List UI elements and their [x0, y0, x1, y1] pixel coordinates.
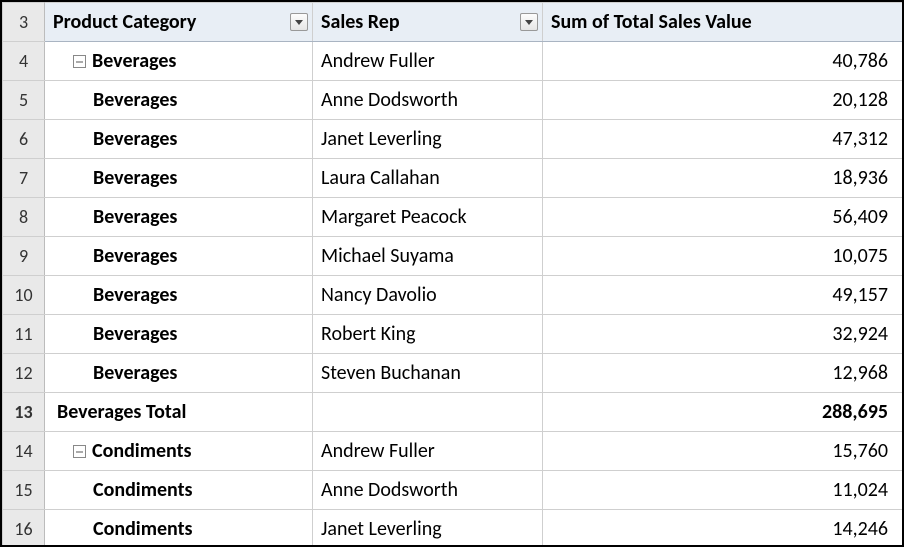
value-cell[interactable]: 32,924 — [543, 315, 903, 354]
category-label: Beverages — [92, 49, 176, 73]
table-row: 7 Beverages Laura Callahan18,936 — [3, 159, 903, 198]
table-row: 11 Beverages Robert King32,924 — [3, 315, 903, 354]
value-cell[interactable]: 14,246 — [543, 510, 903, 547]
value-cell[interactable]: 49,157 — [543, 276, 903, 315]
category-cell[interactable]: Condiments — [45, 510, 313, 547]
table-row: 5 Beverages Anne Dodsworth20,128 — [3, 81, 903, 120]
category-cell[interactable]: Beverages — [45, 276, 313, 315]
rep-cell[interactable]: Steven Buchanan — [313, 354, 543, 393]
rep-cell[interactable]: Nancy Davolio — [313, 276, 543, 315]
rep-header[interactable]: Sales Rep — [313, 3, 543, 42]
table-row: 6 Beverages Janet Leverling47,312 — [3, 120, 903, 159]
category-cell[interactable]: Beverages — [45, 315, 313, 354]
table-row: 8 Beverages Margaret Peacock56,409 — [3, 198, 903, 237]
value-cell[interactable]: 12,968 — [543, 354, 903, 393]
header-row: 3 Product Category Sales Rep Sum of Total S… — [3, 3, 903, 42]
rep-cell[interactable]: Anne Dodsworth — [313, 81, 543, 120]
row-number[interactable]: 14 — [3, 432, 45, 471]
rep-cell[interactable]: Anne Dodsworth — [313, 471, 543, 510]
collapse-icon[interactable] — [73, 55, 86, 68]
category-cell[interactable]: Beverages — [45, 198, 313, 237]
filter-dropdown-icon[interactable] — [290, 13, 308, 31]
header-label: Sales Rep — [321, 10, 400, 34]
table-row: 15 Condiments Anne Dodsworth11,024 — [3, 471, 903, 510]
rep-cell[interactable]: Robert King — [313, 315, 543, 354]
header-label: Sum of Total Sales Value — [551, 10, 752, 34]
row-number[interactable]: 15 — [3, 471, 45, 510]
category-cell[interactable]: Beverages — [45, 237, 313, 276]
rep-cell[interactable]: Janet Leverling — [313, 120, 543, 159]
category-label: Condiments — [92, 439, 192, 463]
category-cell[interactable]: Beverages — [45, 42, 313, 81]
category-cell[interactable]: Condiments — [45, 432, 313, 471]
category-label: Condiments — [93, 478, 193, 502]
row-number[interactable]: 8 — [3, 198, 45, 237]
spreadsheet: 3 Product Category Sales Rep Sum of Total S… — [0, 0, 904, 547]
row-number[interactable]: 6 — [3, 120, 45, 159]
filter-dropdown-icon[interactable] — [520, 13, 538, 31]
table-row: 12 Beverages Steven Buchanan12,968 — [3, 354, 903, 393]
row-number[interactable]: 9 — [3, 237, 45, 276]
table-row: 10 Beverages Nancy Davolio49,157 — [3, 276, 903, 315]
value-cell[interactable]: 18,936 — [543, 159, 903, 198]
category-cell[interactable]: Condiments — [45, 471, 313, 510]
table-row: 16 Condiments Janet Leverling14,246 — [3, 510, 903, 547]
category-label: Beverages Total — [57, 400, 186, 424]
value-cell[interactable]: 47,312 — [543, 120, 903, 159]
category-cell[interactable]: Beverages — [45, 120, 313, 159]
rep-cell[interactable]: Andrew Fuller — [313, 432, 543, 471]
category-cell[interactable]: Beverages — [45, 354, 313, 393]
header-label: Product Category — [53, 10, 196, 34]
value-cell[interactable]: 10,075 — [543, 237, 903, 276]
category-header[interactable]: Product Category — [45, 3, 313, 42]
row-number[interactable]: 11 — [3, 315, 45, 354]
category-label: Beverages — [93, 166, 177, 190]
value-cell[interactable]: 11,024 — [543, 471, 903, 510]
category-label: Beverages — [93, 322, 177, 346]
rep-cell[interactable]: Laura Callahan — [313, 159, 543, 198]
value-header[interactable]: Sum of Total Sales Value — [543, 3, 903, 42]
category-label: Beverages — [93, 361, 177, 385]
row-number[interactable]: 5 — [3, 81, 45, 120]
category-label: Beverages — [93, 283, 177, 307]
row-number[interactable]: 4 — [3, 42, 45, 81]
category-label: Beverages — [93, 205, 177, 229]
value-cell[interactable]: 15,760 — [543, 432, 903, 471]
value-cell[interactable]: 40,786 — [543, 42, 903, 81]
pivot-table: 3 Product Category Sales Rep Sum of Total S… — [2, 2, 903, 547]
row-number[interactable]: 7 — [3, 159, 45, 198]
category-label: Condiments — [93, 517, 193, 541]
row-number[interactable]: 10 — [3, 276, 45, 315]
rep-cell[interactable]: Andrew Fuller — [313, 42, 543, 81]
value-cell[interactable]: 288,695 — [543, 393, 903, 432]
category-cell[interactable]: Beverages — [45, 81, 313, 120]
row-number[interactable]: 16 — [3, 510, 45, 547]
rep-cell[interactable]: Margaret Peacock — [313, 198, 543, 237]
category-cell[interactable]: Beverages — [45, 159, 313, 198]
total-row: 13 Beverages Total 288,695 — [3, 393, 903, 432]
category-label: Beverages — [93, 88, 177, 112]
value-cell[interactable]: 20,128 — [543, 81, 903, 120]
rep-cell[interactable]: Michael Suyama — [313, 237, 543, 276]
value-cell[interactable]: 56,409 — [543, 198, 903, 237]
rep-cell[interactable]: Janet Leverling — [313, 510, 543, 547]
row-number[interactable]: 3 — [3, 3, 45, 42]
collapse-icon[interactable] — [73, 445, 86, 458]
table-row: 14 Condiments Andrew Fuller15,760 — [3, 432, 903, 471]
table-row: 9 Beverages Michael Suyama10,075 — [3, 237, 903, 276]
row-number[interactable]: 12 — [3, 354, 45, 393]
category-label: Beverages — [93, 127, 177, 151]
category-label: Beverages — [93, 244, 177, 268]
table-row: 4 Beverages Andrew Fuller40,786 — [3, 42, 903, 81]
row-number[interactable]: 13 — [3, 393, 45, 432]
category-cell[interactable]: Beverages Total — [45, 393, 313, 432]
rep-cell[interactable] — [313, 393, 543, 432]
